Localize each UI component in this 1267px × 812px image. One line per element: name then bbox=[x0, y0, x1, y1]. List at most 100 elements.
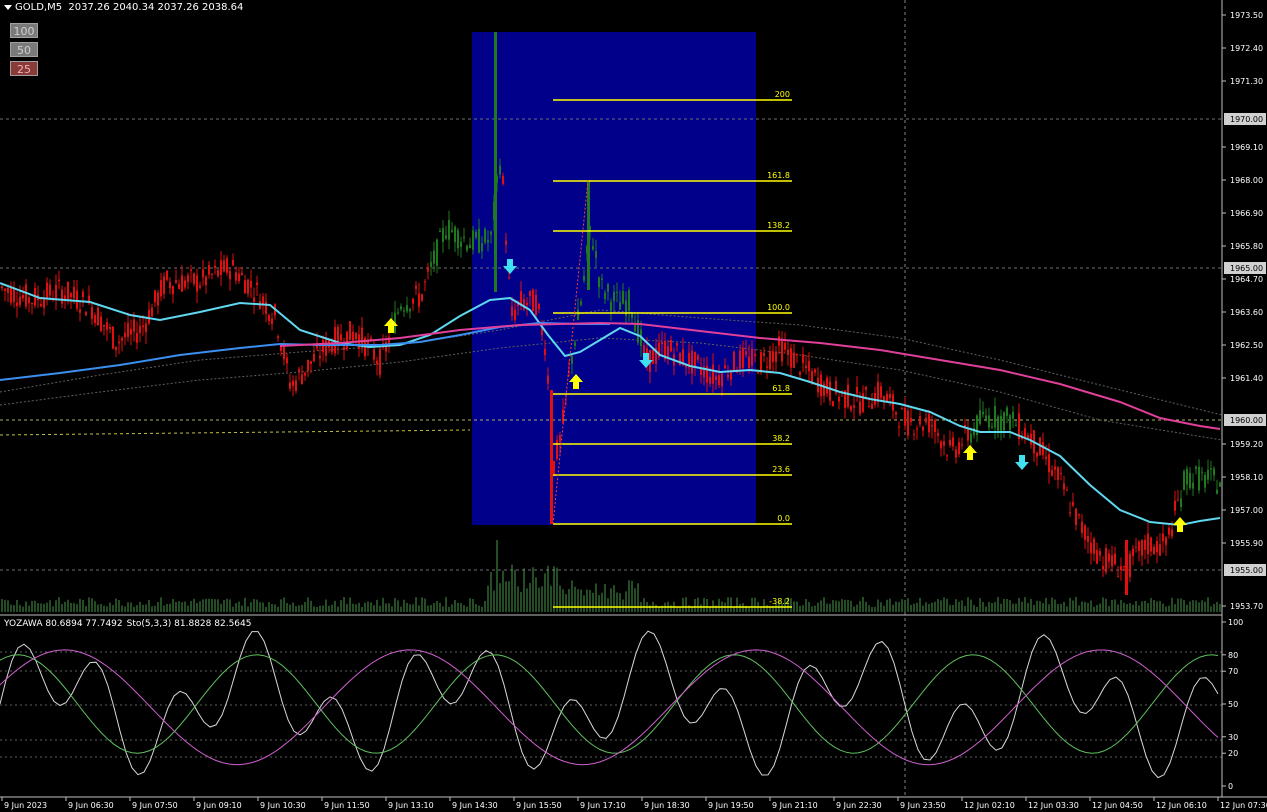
candle-body bbox=[376, 360, 378, 365]
candle-body bbox=[223, 260, 225, 272]
candle-body bbox=[187, 275, 189, 282]
candle-body bbox=[58, 279, 60, 282]
candle-body bbox=[1171, 529, 1173, 537]
candle-body bbox=[763, 352, 765, 356]
candle-body bbox=[1105, 548, 1107, 573]
candle-body bbox=[142, 325, 144, 328]
candle-body bbox=[955, 449, 957, 458]
candle-body bbox=[1195, 466, 1197, 470]
candle-body bbox=[601, 278, 603, 280]
candle-body bbox=[583, 275, 585, 281]
candle-body bbox=[1219, 482, 1221, 487]
price-tick-label: 1959.20 bbox=[1230, 440, 1263, 449]
candle-body bbox=[160, 280, 162, 297]
indicator-tick-label: 100 bbox=[1228, 618, 1243, 627]
candle-body bbox=[796, 353, 798, 356]
candle-body bbox=[913, 434, 915, 436]
candle-body bbox=[103, 324, 105, 327]
candle-body bbox=[40, 303, 42, 307]
price-tick-label: 1965.80 bbox=[1230, 242, 1263, 251]
scale-button-100[interactable]: 100 bbox=[10, 23, 38, 38]
candle-body bbox=[1099, 550, 1101, 556]
time-tick-label: 9 Jun 07:50 bbox=[132, 801, 178, 810]
time-tick-label: 9 Jun 17:10 bbox=[580, 801, 626, 810]
indicator-label: YOZAWA 80.6894 77.7492 Sto(5,3,3) 81.8828… bbox=[4, 619, 255, 629]
price-tick-label: 1973.50 bbox=[1230, 11, 1263, 20]
candle-body bbox=[694, 351, 696, 366]
candle-body bbox=[494, 32, 497, 292]
candle-body bbox=[193, 273, 195, 284]
time-tick-label: 9 Jun 22:30 bbox=[836, 801, 882, 810]
candle-body bbox=[166, 270, 168, 280]
candle-body bbox=[587, 180, 590, 290]
candle-body bbox=[616, 292, 618, 294]
candle-body bbox=[715, 376, 717, 380]
candle-body bbox=[139, 325, 141, 333]
candle-body bbox=[289, 382, 291, 389]
candle-body bbox=[1156, 541, 1158, 553]
candle-body bbox=[1009, 415, 1011, 430]
candle-body bbox=[931, 425, 933, 427]
candle-body bbox=[862, 393, 864, 412]
candle-body bbox=[265, 301, 267, 314]
candle-body bbox=[1003, 412, 1005, 431]
candle-body bbox=[55, 284, 57, 299]
candle-body bbox=[937, 433, 939, 436]
candle-body bbox=[310, 361, 312, 364]
candle-body bbox=[802, 354, 804, 364]
fibonacci-box[interactable] bbox=[472, 32, 756, 525]
scale-button-25[interactable]: 25 bbox=[10, 61, 38, 76]
candle-body bbox=[442, 228, 444, 242]
scale-button-50[interactable]: 50 bbox=[10, 42, 38, 57]
chart-canvas[interactable]: 200161.8138.2100.061.838.223.60.0-38.2 1… bbox=[0, 0, 1267, 812]
candle-body bbox=[214, 265, 216, 269]
candle-body bbox=[1057, 467, 1059, 480]
candle-body bbox=[907, 410, 909, 436]
candle-body bbox=[670, 339, 672, 352]
candle-body bbox=[1123, 566, 1125, 568]
price-tick-label: 1966.90 bbox=[1230, 209, 1263, 218]
candle-body bbox=[181, 275, 183, 292]
candle-body bbox=[871, 403, 873, 410]
candle-body bbox=[775, 351, 777, 362]
candle-body bbox=[970, 433, 972, 443]
candle-body bbox=[208, 265, 210, 275]
candle-body bbox=[430, 262, 432, 267]
candle-body bbox=[157, 292, 159, 306]
yozawa-label: YOZAWA 80.6894 77.7492 bbox=[4, 619, 123, 629]
candle-body bbox=[952, 437, 954, 447]
candle-body bbox=[1066, 489, 1068, 491]
candle-body bbox=[898, 426, 900, 428]
candle-body bbox=[283, 345, 285, 360]
candle-body bbox=[67, 281, 69, 301]
time-tick-label: 9 Jun 13:10 bbox=[388, 801, 434, 810]
candle-body bbox=[961, 444, 963, 446]
candle-body bbox=[607, 284, 609, 292]
candle-body bbox=[1042, 442, 1044, 456]
price-tick-label: 1961.40 bbox=[1230, 374, 1263, 383]
price-tick-label: 1972.40 bbox=[1230, 44, 1263, 53]
candle-body bbox=[250, 281, 252, 288]
candle-body bbox=[595, 251, 597, 258]
candle-body bbox=[988, 415, 990, 428]
candle-body bbox=[433, 250, 435, 264]
candle-body bbox=[712, 364, 714, 384]
candle-body bbox=[709, 376, 711, 384]
price-tick-label: 1971.30 bbox=[1230, 77, 1263, 86]
candle-body bbox=[238, 273, 240, 282]
candle-body bbox=[130, 328, 132, 335]
candle-body bbox=[397, 312, 399, 314]
candle-body bbox=[163, 276, 165, 295]
time-tick-label: 9 Jun 14:30 bbox=[452, 801, 498, 810]
price-tick-label: 1968.00 bbox=[1230, 176, 1263, 185]
candle-body bbox=[1189, 472, 1191, 488]
candle-body bbox=[295, 380, 297, 391]
symbol-header: GOLD,M5 2037.26 2040.34 2037.26 2038.64 bbox=[4, 2, 243, 13]
candle-body bbox=[19, 296, 21, 306]
candle-body bbox=[196, 275, 198, 292]
candle-body bbox=[1125, 540, 1128, 595]
candle-body bbox=[1138, 541, 1140, 551]
candle-body bbox=[253, 297, 255, 303]
dropdown-triangle-icon[interactable] bbox=[4, 4, 12, 10]
candle-body bbox=[1012, 411, 1014, 419]
